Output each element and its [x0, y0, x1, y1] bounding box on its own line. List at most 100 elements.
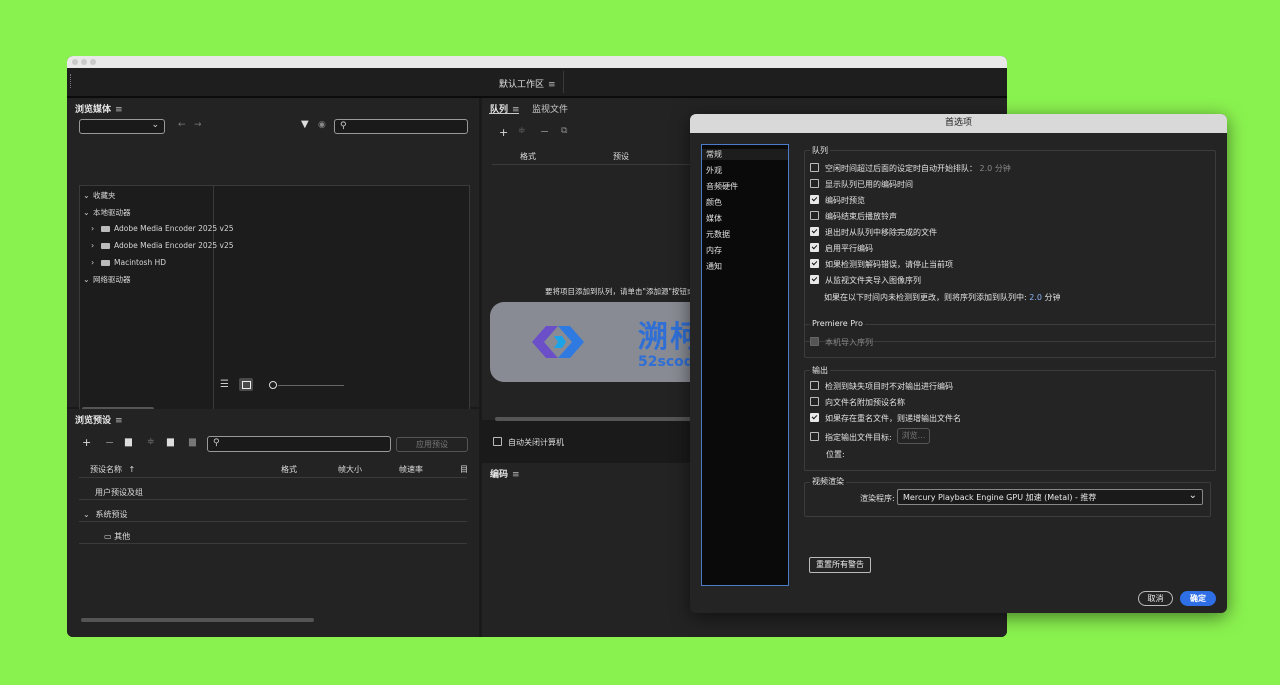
import-preset-icon[interactable]: ▆: [167, 437, 174, 447]
checkbox[interactable]: [810, 163, 819, 172]
browse-button[interactable]: 浏览...: [897, 428, 930, 444]
opt-import-image-sequence[interactable]: 从监视文件夹导入图像序列: [810, 275, 921, 286]
checkbox-checked[interactable]: [810, 275, 819, 284]
close-dot[interactable]: [72, 59, 78, 65]
queue-empty-message: 要将项目添加到队列，请单击"添加源"按钮或: [545, 287, 695, 296]
cancel-button[interactable]: 取消: [1138, 591, 1173, 606]
category-audio-hardware[interactable]: 音频硬件: [706, 181, 738, 192]
list-view-icon[interactable]: ☰: [220, 379, 229, 390]
panel-menu-icon[interactable]: ≡: [512, 470, 520, 480]
settings-icon[interactable]: ≑: [518, 126, 526, 136]
checkbox-checked[interactable]: [810, 243, 819, 252]
checkbox[interactable]: [810, 397, 819, 406]
thumbnail-view-button[interactable]: [239, 378, 253, 391]
checkbox[interactable]: [810, 179, 819, 188]
opt-auto-start-queue[interactable]: 空闲时间超过后面的设定时自动开始排队： 2.0 分钟: [810, 163, 1011, 174]
panel-menu-icon[interactable]: ≡: [115, 416, 123, 426]
remove-preset-icon[interactable]: −: [105, 436, 114, 449]
tree-drive-macintosh[interactable]: › Macintosh HD: [91, 258, 166, 267]
category-memory[interactable]: 内存: [706, 245, 722, 256]
grip-handle[interactable]: [70, 74, 73, 88]
preset-search-input[interactable]: ⚲: [207, 436, 391, 452]
category-appearance[interactable]: 外观: [706, 165, 722, 176]
new-group-icon[interactable]: ▆: [125, 437, 132, 447]
eye-icon[interactable]: ◉: [318, 120, 326, 130]
opt-stop-on-decode-error[interactable]: 如果检测到解码错误，请停止当前项: [810, 259, 953, 270]
reset-warnings-button[interactable]: 重置所有警告: [809, 557, 871, 573]
category-general[interactable]: 常规: [702, 149, 788, 160]
media-search-input[interactable]: ⚲: [334, 119, 468, 134]
opt-play-chime[interactable]: 编码结束后播放铃声: [810, 211, 897, 222]
col-frame-rate[interactable]: 帧速率: [399, 464, 423, 475]
preset-scrollbar[interactable]: [81, 618, 314, 622]
checkbox-checked[interactable]: [810, 195, 819, 204]
add-source-icon[interactable]: +: [499, 126, 508, 139]
duplicate-icon[interactable]: ⧉: [561, 126, 567, 136]
opt-append-preset-name[interactable]: 向文件名附加预设名称: [810, 397, 905, 408]
forward-arrow-icon[interactable]: →: [194, 120, 202, 130]
checkbox-checked[interactable]: [810, 227, 819, 236]
back-arrow-icon[interactable]: ←: [178, 120, 186, 130]
location-dropdown[interactable]: ⌄: [79, 119, 165, 134]
tree-favorites[interactable]: ⌄ 收藏夹: [83, 190, 116, 201]
preset-row-user[interactable]: 用户预设及组: [95, 487, 143, 498]
tree-drive-ame-2[interactable]: › Adobe Media Encoder 2025 v25: [91, 241, 234, 250]
checkbox[interactable]: [493, 437, 502, 446]
preset-row-system[interactable]: ⌄ 系统预设: [83, 509, 128, 520]
checkbox[interactable]: [810, 211, 819, 220]
col-frame-size[interactable]: 帧大小: [338, 464, 362, 475]
queue-col-format[interactable]: 格式: [520, 151, 536, 162]
tree-drive-ame-1[interactable]: › Adobe Media Encoder 2025 v25: [91, 224, 234, 233]
zoom-slider-handle[interactable]: [269, 381, 277, 389]
add-preset-icon[interactable]: +: [82, 436, 91, 449]
chevron-down-icon[interactable]: ⌄: [83, 510, 93, 519]
tree-network-drives[interactable]: ⌄ 网络驱动器: [83, 274, 131, 285]
tree-divider[interactable]: [213, 186, 214, 415]
category-metadata[interactable]: 元数据: [706, 229, 730, 240]
category-color[interactable]: 颜色: [706, 197, 722, 208]
filter-icon[interactable]: ▼: [301, 119, 309, 130]
apply-preset-button[interactable]: 应用预设: [396, 437, 468, 452]
preset-row-other[interactable]: ▭ 其他: [104, 531, 130, 542]
chevron-down-icon[interactable]: ⌄: [83, 275, 93, 284]
category-notifications[interactable]: 通知: [706, 261, 722, 272]
minimize-dot[interactable]: [81, 59, 87, 65]
queue-col-preset[interactable]: 预设: [613, 151, 629, 162]
ok-button[interactable]: 确定: [1180, 591, 1216, 606]
col-format[interactable]: 格式: [281, 464, 297, 475]
opt-skip-missing-items[interactable]: 检测到缺失项目时不对输出进行编码: [810, 381, 953, 392]
zoom-dot[interactable]: [90, 59, 96, 65]
renderer-dropdown[interactable]: Mercury Playback Engine GPU 加速 (Metal) -…: [897, 489, 1203, 505]
chevron-right-icon[interactable]: ›: [91, 224, 101, 233]
chevron-down-icon[interactable]: ⌄: [83, 191, 93, 200]
zoom-slider-track[interactable]: [278, 385, 344, 386]
col-preset-name[interactable]: 预设名称 ↑: [90, 464, 135, 475]
opt-specify-output-target[interactable]: 指定输出文件目标:: [810, 432, 892, 443]
checkbox-checked[interactable]: [810, 259, 819, 268]
chevron-down-icon[interactable]: ⌄: [83, 208, 93, 217]
opt-remove-finished[interactable]: 退出时从队列中移除完成的文件: [810, 227, 937, 238]
tree-local-drives[interactable]: ⌄ 本地驱动器: [83, 207, 131, 218]
settings-icon[interactable]: ≑: [147, 437, 155, 447]
tab-watch-folders[interactable]: 监视文件: [532, 102, 568, 115]
checkbox[interactable]: [810, 381, 819, 390]
chevron-right-icon[interactable]: ›: [91, 258, 101, 267]
opt-preview-encoding[interactable]: 编码时预览: [810, 195, 865, 206]
opt-show-encode-time[interactable]: 显示队列已用的编码时间: [810, 179, 913, 190]
hamburger-icon[interactable]: ≡: [548, 80, 556, 90]
chevron-right-icon[interactable]: ›: [91, 241, 101, 250]
opt-parallel-encoding[interactable]: 启用平行编码: [810, 243, 873, 254]
remove-icon[interactable]: −: [540, 125, 549, 138]
panel-menu-icon[interactable]: ≡: [115, 105, 123, 115]
queue-scrollbar[interactable]: [495, 417, 695, 421]
row-divider: [79, 543, 467, 544]
opt-increment-filename[interactable]: 如果存在重名文件，则递增输出文件名: [810, 413, 961, 424]
auto-shutdown-checkbox[interactable]: 自动关闭计算机: [493, 437, 564, 448]
col-target[interactable]: 目: [460, 464, 468, 475]
export-preset-icon[interactable]: ▆: [189, 437, 196, 447]
checkbox-checked[interactable]: [810, 413, 819, 422]
category-media[interactable]: 媒体: [706, 213, 722, 224]
workspace-title[interactable]: 默认工作区 ≡: [499, 77, 556, 90]
checkbox[interactable]: [810, 432, 819, 441]
sequence-delay-value[interactable]: 2.0: [1029, 293, 1042, 302]
